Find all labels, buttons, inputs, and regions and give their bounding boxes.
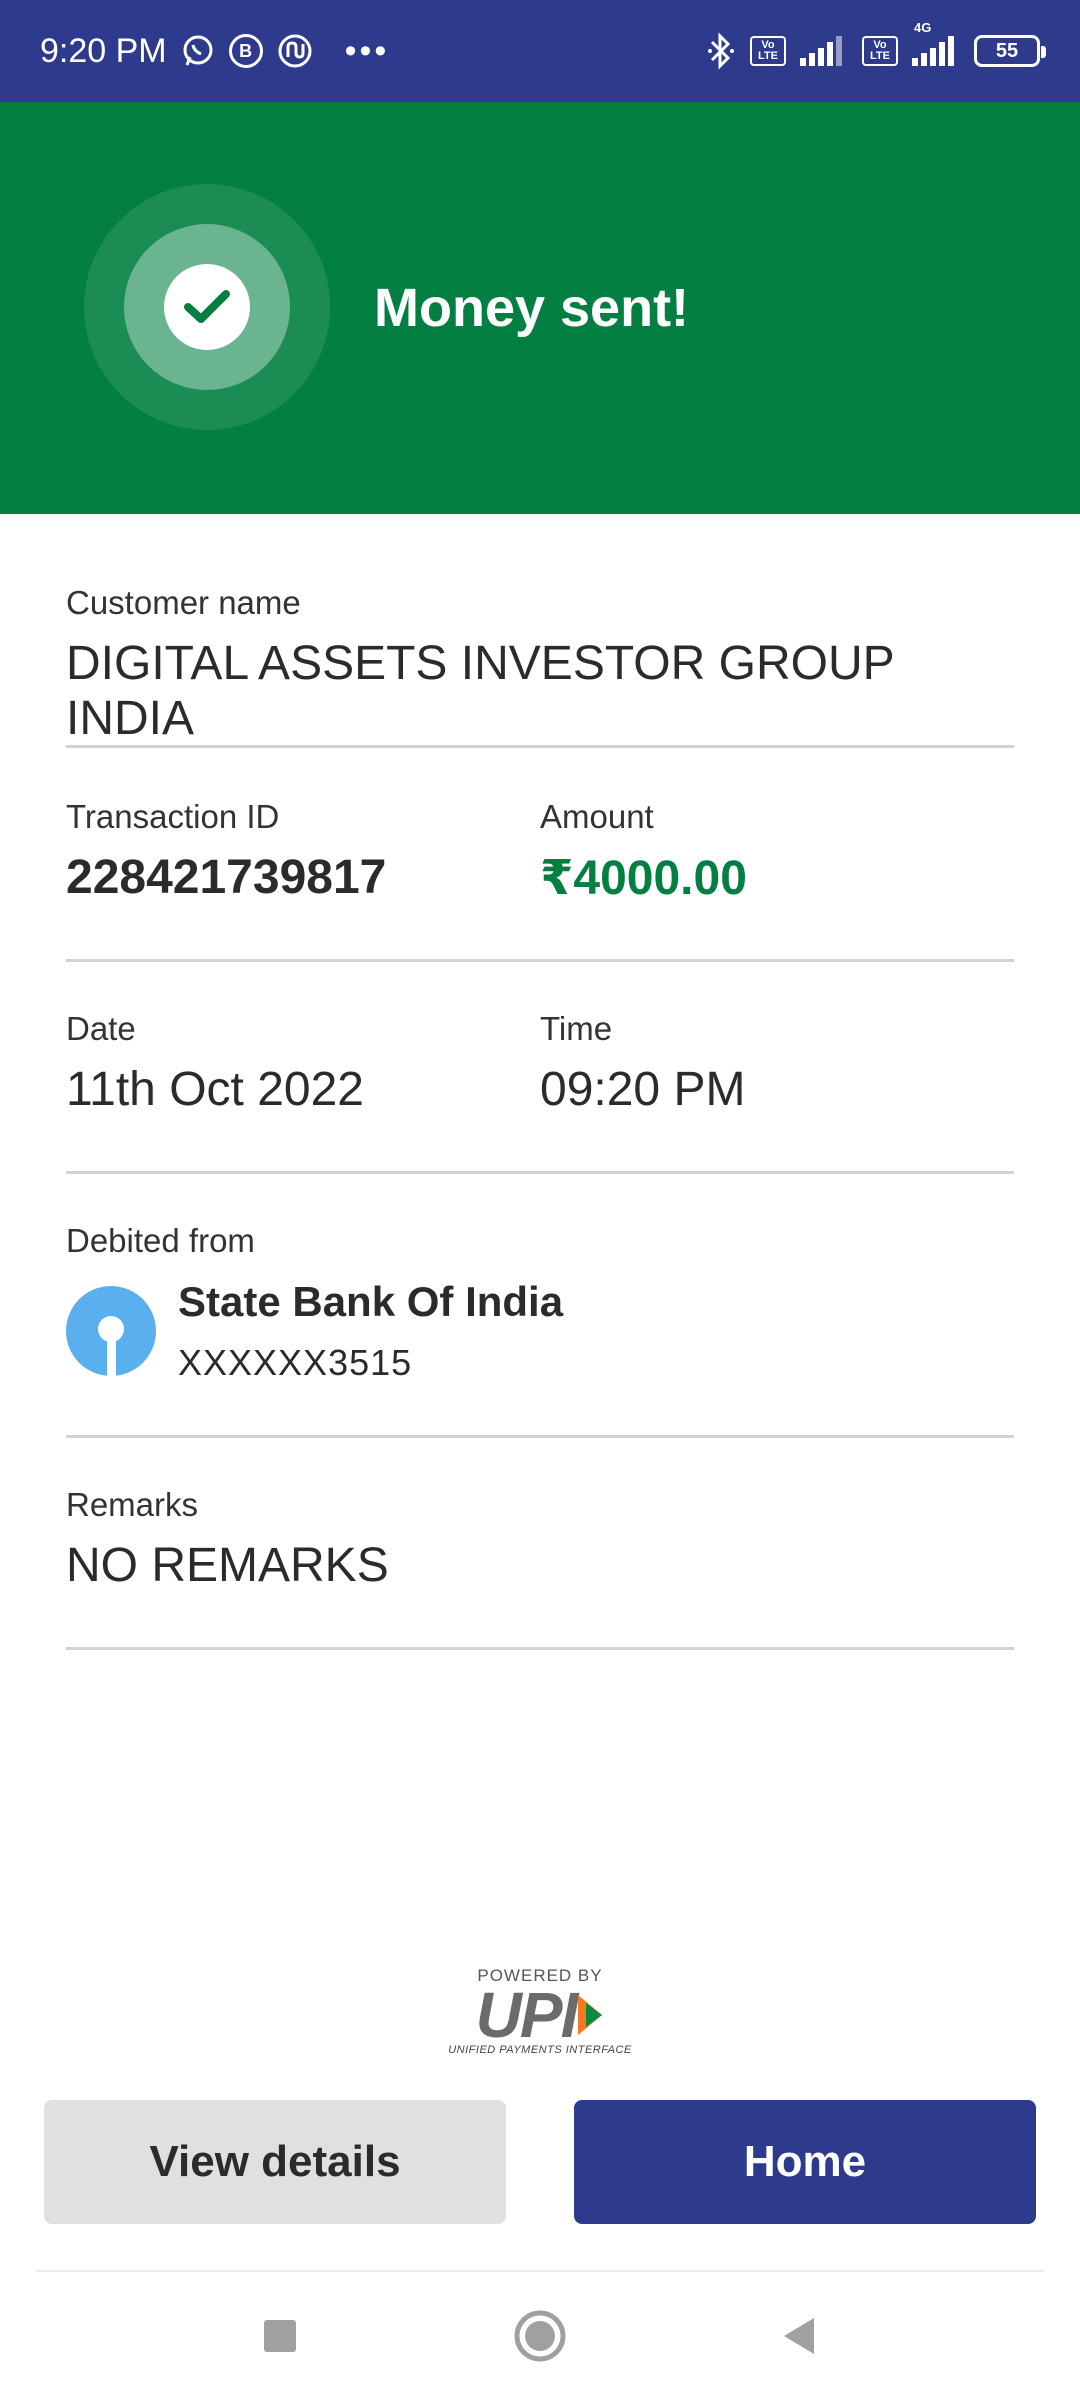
transaction-col: Transaction ID 228421739817 <box>66 798 540 959</box>
home-button[interactable]: Home <box>574 2100 1036 2224</box>
more-dots-icon: ••• <box>344 31 390 70</box>
debit-label: Debited from <box>66 1222 255 1259</box>
time-value: 09:20 PM <box>540 1063 746 1116</box>
signal-icon <box>800 36 848 66</box>
status-time: 9:20 PM <box>40 31 167 70</box>
upi-branding: POWERED BY UPI UNIFIED PAYMENTS INTERFAC… <box>440 1966 640 2062</box>
bluetooth-icon <box>706 32 736 70</box>
status-bar: 9:20 PM B ••• Vo LTE Vo LTE 4G 55 <box>0 0 1080 102</box>
time-label: Time <box>540 1010 613 1047</box>
amount-value: ₹4000.00 <box>540 852 747 905</box>
bank-row: State Bank Of India XXXXXX3515 <box>66 1278 1014 1384</box>
remarks-label: Remarks <box>66 1486 199 1523</box>
volte-icon: Vo LTE <box>750 36 786 66</box>
success-badge <box>84 184 330 430</box>
navigation-bar <box>0 2272 1080 2400</box>
transaction-id: 228421739817 <box>66 851 387 904</box>
upi-logo: UPI <box>475 1979 605 2051</box>
home-icon[interactable] <box>510 2306 570 2366</box>
view-details-button[interactable]: View details <box>44 2100 506 2224</box>
transaction-section: Transaction ID 228421739817 Amount ₹4000… <box>66 798 1014 962</box>
status-right: Vo LTE Vo LTE 4G 55 <box>706 20 1046 70</box>
network-label: 4G <box>914 20 932 35</box>
status-left: 9:20 PM B ••• <box>40 32 389 71</box>
bank-text: State Bank Of India XXXXXX3515 <box>178 1278 563 1384</box>
volte-icon-2: Vo LTE <box>862 36 898 66</box>
transaction-label: Transaction ID <box>66 798 280 835</box>
success-header: Money sent! <box>0 102 1080 514</box>
upi-tagline: UNIFIED PAYMENTS INTERFACE <box>448 2044 632 2056</box>
recents-icon[interactable] <box>250 2306 310 2366</box>
back-icon[interactable] <box>770 2306 830 2366</box>
bank-account: XXXXXX3515 <box>178 1342 413 1383</box>
customer-section: Customer name DIGITAL ASSETS INVESTOR GR… <box>66 584 1014 748</box>
signal-4g-icon: 4G <box>912 20 960 66</box>
whatsapp-icon <box>181 34 215 68</box>
success-badge-ring <box>124 224 290 390</box>
date-label: Date <box>66 1010 136 1047</box>
bank-name: State Bank Of India <box>178 1278 564 1325</box>
b-icon: B <box>228 34 263 68</box>
date-value: 11th Oct 2022 <box>66 1063 364 1116</box>
upi-arrow-icon <box>578 1995 603 2035</box>
debit-section: Debited from State Bank Of India XXXXXX3… <box>66 1222 1014 1438</box>
time-col: Time 09:20 PM <box>540 1010 1014 1171</box>
check-icon <box>164 264 250 350</box>
battery-icon: 55 <box>974 35 1046 67</box>
date-col: Date 11th Oct 2022 <box>66 1010 540 1171</box>
remarks-value: NO REMARKS <box>66 1539 389 1592</box>
customer-name: DIGITAL ASSETS INVESTOR GROUP INDIA <box>66 637 894 745</box>
bank-logo-icon <box>66 1286 156 1376</box>
remarks-section: Remarks NO REMARKS <box>66 1486 1014 1650</box>
upi-logo-text: UPI <box>475 1979 579 2051</box>
amount-col: Amount ₹4000.00 <box>540 798 1014 959</box>
customer-label: Customer name <box>66 584 301 621</box>
amount-label: Amount <box>540 798 654 835</box>
datetime-section: Date 11th Oct 2022 Time 09:20 PM <box>66 1010 1014 1174</box>
app-icon <box>277 33 313 69</box>
success-title: Money sent! <box>374 278 690 338</box>
